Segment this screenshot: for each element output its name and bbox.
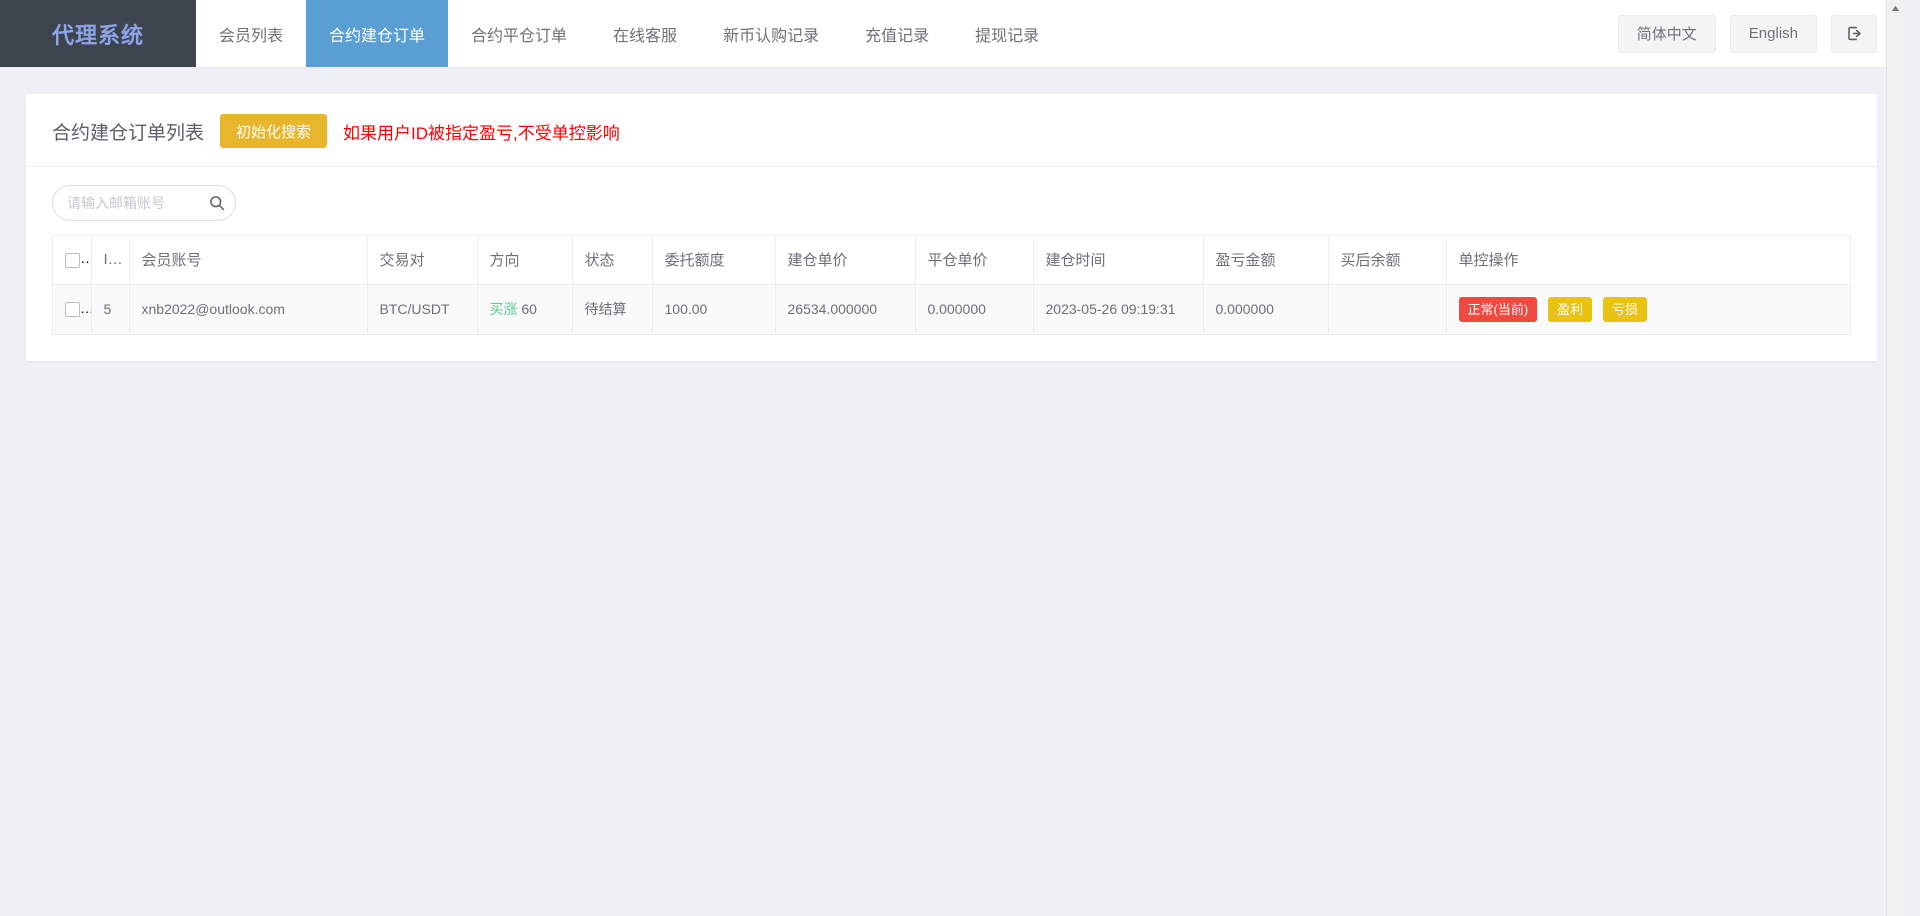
brand-title: 代理系统 — [51, 22, 144, 48]
table-header-row: ID 会员账号 交易对 方向 状态 委托额度 建仓单价 平仓单价 建仓时间 盈亏… — [53, 236, 1850, 285]
nav-item-contract-close-orders[interactable]: 合约平仓订单 — [448, 0, 590, 67]
card-header: 合约建仓订单列表 初始化搜索 如果用户ID被指定盈亏,不受单控影响 — [26, 94, 1877, 167]
nav-item-online-support[interactable]: 在线客服 — [590, 0, 700, 67]
cell-pair: BTC/USDT — [367, 284, 478, 335]
cell-quota: 100.00 — [652, 284, 776, 335]
page-scrollbar[interactable] — [1886, 0, 1903, 916]
search-field-wrapper — [52, 185, 236, 221]
table-body: 5 xnb2022@outlook.com BTC/USDT 买涨 60 待结算… — [53, 284, 1850, 335]
op-button-loss[interactable]: 亏损 — [1602, 296, 1647, 322]
direction-amount: 60 — [521, 301, 537, 317]
row-select-cell — [53, 284, 92, 335]
select-all-checkbox[interactable] — [65, 252, 80, 268]
orders-table: ID 会员账号 交易对 方向 状态 委托额度 建仓单价 平仓单价 建仓时间 盈亏… — [53, 236, 1850, 335]
cell-operations: 正常(当前) 盈利 亏损 — [1446, 284, 1850, 335]
cell-status: 待结算 — [572, 284, 653, 335]
brand-logo[interactable]: 代理系统 — [0, 0, 196, 67]
column-header-open-time: 建仓时间 — [1033, 236, 1204, 285]
column-header-pnl: 盈亏金额 — [1203, 236, 1329, 285]
column-header-open-price: 建仓单价 — [775, 236, 916, 285]
column-header-balance-after: 买后余额 — [1328, 236, 1447, 285]
column-header-id: ID — [91, 236, 130, 285]
column-header-close-price: 平仓单价 — [915, 236, 1034, 285]
page-title: 合约建仓订单列表 — [52, 122, 205, 144]
column-header-status: 状态 — [572, 236, 653, 285]
search-icon — [208, 196, 226, 215]
nav-item-withdraw-records[interactable]: 提现记录 — [952, 0, 1062, 67]
nav-item-deposit-records[interactable]: 充值记录 — [842, 0, 952, 67]
nav-item-member-list[interactable]: 会员列表 — [196, 0, 306, 67]
direction-label: 买涨 — [489, 301, 518, 317]
table-row: 5 xnb2022@outlook.com BTC/USDT 买涨 60 待结算… — [53, 284, 1850, 335]
cell-id: 5 — [91, 284, 130, 335]
app-viewport: 代理系统 会员列表 合约建仓订单 合约平仓订单 在线客服 新币认购记录 充值记录… — [0, 0, 1903, 916]
main-nav: 会员列表 合约建仓订单 合约平仓订单 在线客服 新币认购记录 充值记录 提现记录 — [196, 0, 1062, 67]
language-button-en[interactable]: English — [1729, 14, 1817, 53]
top-navigation-bar: 代理系统 会员列表 合约建仓订单 合约平仓订单 在线客服 新币认购记录 充值记录… — [0, 0, 1903, 68]
orders-card: 合约建仓订单列表 初始化搜索 如果用户ID被指定盈亏,不受单控影响 请输入邮箱账… — [26, 94, 1877, 361]
select-all-header — [53, 236, 92, 285]
top-right-controls: 简体中文 English — [1617, 0, 1903, 67]
search-row — [26, 167, 1877, 235]
orders-table-wrapper: ID 会员账号 交易对 方向 状态 委托额度 建仓单价 平仓单价 建仓时间 盈亏… — [52, 235, 1851, 335]
column-header-operations: 单控操作 — [1446, 236, 1850, 285]
nav-item-new-coin-subscription[interactable]: 新币认购记录 — [700, 0, 842, 67]
scroll-up-arrow-icon[interactable] — [1887, 0, 1903, 17]
cell-direction: 买涨 60 — [477, 284, 573, 335]
cell-pnl: 0.000000 — [1203, 284, 1329, 335]
search-submit-button[interactable] — [207, 193, 227, 213]
column-header-pair: 交易对 — [367, 236, 478, 285]
row-checkbox[interactable] — [65, 302, 80, 318]
cell-open-time: 2023-05-26 09:19:31 — [1033, 284, 1204, 335]
content-area: 合约建仓订单列表 初始化搜索 如果用户ID被指定盈亏,不受单控影响 请输入邮箱账… — [0, 68, 1903, 361]
table-header: ID 会员账号 交易对 方向 状态 委托额度 建仓单价 平仓单价 建仓时间 盈亏… — [53, 236, 1850, 285]
warning-notice: 如果用户ID被指定盈亏,不受单控影响 — [343, 123, 620, 143]
nav-item-contract-open-orders[interactable]: 合约建仓订单 — [306, 0, 449, 67]
column-header-direction: 方向 — [477, 236, 573, 285]
cell-account: xnb2022@outlook.com — [129, 284, 368, 335]
cell-close-price: 0.000000 — [915, 284, 1034, 335]
logout-button[interactable] — [1831, 14, 1877, 53]
logout-icon — [1846, 25, 1863, 42]
column-header-quota: 委托额度 — [652, 236, 776, 285]
cell-balance-after — [1328, 284, 1447, 335]
op-button-profit[interactable]: 盈利 — [1548, 296, 1593, 322]
op-button-normal-current[interactable]: 正常(当前) — [1458, 296, 1538, 322]
init-search-button[interactable]: 初始化搜索 — [220, 114, 328, 148]
cell-open-price: 26534.000000 — [775, 284, 916, 335]
column-header-account: 会员账号 — [129, 236, 368, 285]
language-button-zh[interactable]: 简体中文 — [1617, 14, 1716, 53]
